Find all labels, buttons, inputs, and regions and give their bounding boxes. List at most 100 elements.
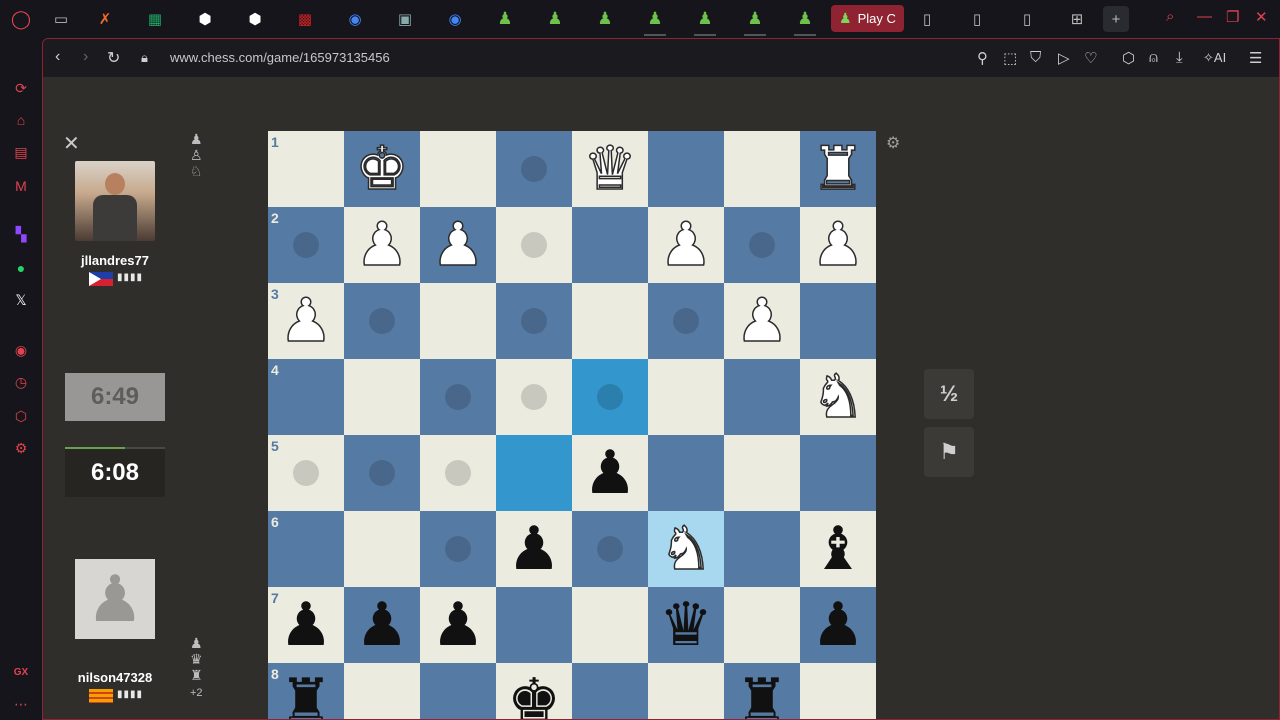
legal-move-dot[interactable] — [369, 460, 395, 486]
google-icon[interactable]: ◉ — [442, 6, 468, 32]
square-e2[interactable] — [496, 207, 572, 283]
square-h1[interactable]: 1 — [268, 131, 344, 207]
square-b6[interactable] — [724, 511, 800, 587]
square-c5[interactable] — [648, 435, 724, 511]
square-d6[interactable] — [572, 511, 648, 587]
white-piece[interactable]: ♞ — [800, 359, 876, 435]
white-piece[interactable]: ♛ — [572, 131, 648, 207]
toolbox-icon[interactable]: ⌂ — [11, 110, 31, 130]
square-a7[interactable]: ♟ — [800, 587, 876, 663]
square-h4[interactable]: 4 — [268, 359, 344, 435]
shield-icon[interactable]: ⛉ — [1030, 49, 1041, 66]
reload-icon[interactable]: ↻ — [107, 48, 120, 68]
square-g8[interactable]: g — [344, 663, 420, 719]
square-c7[interactable]: ♛ — [648, 587, 724, 663]
chess-pawn-icon[interactable]: ♟ — [692, 6, 718, 36]
black-piece[interactable]: ♟ — [572, 435, 648, 511]
chess-pawn-icon[interactable]: ♟ — [592, 6, 618, 32]
square-d7[interactable] — [572, 587, 648, 663]
document-icon[interactable]: ▯ — [964, 6, 990, 32]
chess-pawn-icon[interactable]: ♟ — [742, 6, 768, 36]
top-player-username[interactable]: jllandres77 — [65, 253, 165, 268]
black-piece[interactable]: ♟ — [420, 587, 496, 663]
square-g6[interactable] — [344, 511, 420, 587]
search-icon[interactable]: ⌕ — [1166, 8, 1174, 25]
forward-icon[interactable]: › — [83, 48, 88, 66]
square-a2[interactable]: ♟ — [800, 207, 876, 283]
sheets-icon[interactable]: ▦ — [142, 6, 168, 32]
white-piece[interactable]: ♟ — [724, 283, 800, 359]
square-b7[interactable] — [724, 587, 800, 663]
legal-move-dot[interactable] — [521, 384, 547, 410]
square-b8[interactable]: ♜b — [724, 663, 800, 719]
white-piece[interactable]: ♟ — [648, 207, 724, 283]
square-g4[interactable] — [344, 359, 420, 435]
black-piece[interactable]: ♟ — [496, 511, 572, 587]
black-piece[interactable]: ♟ — [800, 587, 876, 663]
heart-icon[interactable]: ♡ — [1084, 49, 1097, 67]
speed-dial-icon[interactable]: ⟳ — [11, 78, 31, 98]
square-c6[interactable]: ♞ — [648, 511, 724, 587]
extensions-icon[interactable]: ⬡ — [1122, 49, 1135, 67]
active-tab[interactable]: ♟ Play C — [831, 5, 904, 32]
legal-move-dot[interactable] — [749, 232, 775, 258]
square-g2[interactable]: ♟ — [344, 207, 420, 283]
bottom-player-avatar[interactable]: ♟ — [75, 559, 155, 639]
gamepad-icon[interactable]: ▭ — [48, 6, 74, 32]
square-c2[interactable]: ♟ — [648, 207, 724, 283]
profile-icon[interactable]: ⍝ — [1149, 49, 1158, 66]
square-g1[interactable]: ♚ — [344, 131, 420, 207]
square-d5[interactable]: ♟ — [572, 435, 648, 511]
settings-icon[interactable]: ⚙ — [11, 438, 31, 458]
square-h8[interactable]: ♜8h — [268, 663, 344, 719]
square-d4[interactable] — [572, 359, 648, 435]
black-piece[interactable]: ♟ — [344, 587, 420, 663]
square-e5[interactable] — [496, 435, 572, 511]
black-piece[interactable]: ♟ — [268, 587, 344, 663]
square-f2[interactable]: ♟ — [420, 207, 496, 283]
resign-flag-icon[interactable]: ⚑ — [924, 427, 974, 477]
square-d2[interactable] — [572, 207, 648, 283]
square-c8[interactable]: c — [648, 663, 724, 719]
square-g5[interactable] — [344, 435, 420, 511]
white-piece[interactable]: ♟ — [344, 207, 420, 283]
white-piece[interactable]: ♜ — [800, 131, 876, 207]
document-icon[interactable]: ▯ — [914, 6, 940, 32]
square-d8[interactable]: d — [572, 663, 648, 719]
square-b4[interactable] — [724, 359, 800, 435]
square-a8[interactable]: a — [800, 663, 876, 719]
ai-button[interactable]: ✧AI — [1203, 50, 1226, 66]
download-icon[interactable]: ⤓ — [1176, 49, 1183, 66]
white-piece[interactable]: ♟ — [800, 207, 876, 283]
play-icon[interactable]: ▷ — [1058, 49, 1070, 67]
square-h3[interactable]: ♟ 3 — [268, 283, 344, 359]
square-e8[interactable]: ♚e — [496, 663, 572, 719]
close-panel-icon[interactable]: ✕ — [63, 131, 80, 156]
extensions-icon[interactable]: ⬡ — [11, 406, 31, 426]
white-piece[interactable]: ♟ — [268, 283, 344, 359]
legal-move-dot[interactable] — [521, 156, 547, 182]
black-piece[interactable]: ♝ — [800, 511, 876, 587]
black-piece[interactable]: ♜ — [724, 663, 800, 719]
square-a4[interactable]: ♞ — [800, 359, 876, 435]
opera-logo-icon[interactable]: ◯ — [8, 6, 34, 32]
square-b5[interactable] — [724, 435, 800, 511]
menu-icon[interactable]: ☰ — [1249, 49, 1262, 67]
twitch-icon[interactable]: ▚ — [11, 224, 31, 244]
square-d1[interactable]: ♛ — [572, 131, 648, 207]
history-icon[interactable]: ◷ — [11, 372, 31, 392]
snapshot-icon[interactable]: ⬚ — [1003, 49, 1017, 67]
tab-icon-x[interactable]: ✗ — [92, 6, 118, 32]
twitch-sidebar-icon[interactable]: ▤ — [11, 142, 31, 162]
grid-icon[interactable]: ⊞ — [1064, 6, 1090, 32]
chess-pawn-icon[interactable]: ♟ — [642, 6, 668, 36]
white-piece[interactable]: ♞ — [648, 511, 724, 587]
square-a5[interactable] — [800, 435, 876, 511]
legal-move-dot[interactable] — [369, 308, 395, 334]
square-h2[interactable]: 2 — [268, 207, 344, 283]
square-h6[interactable]: 6 — [268, 511, 344, 587]
legal-move-dot[interactable] — [293, 232, 319, 258]
square-f3[interactable] — [420, 283, 496, 359]
square-f5[interactable] — [420, 435, 496, 511]
square-f1[interactable] — [420, 131, 496, 207]
